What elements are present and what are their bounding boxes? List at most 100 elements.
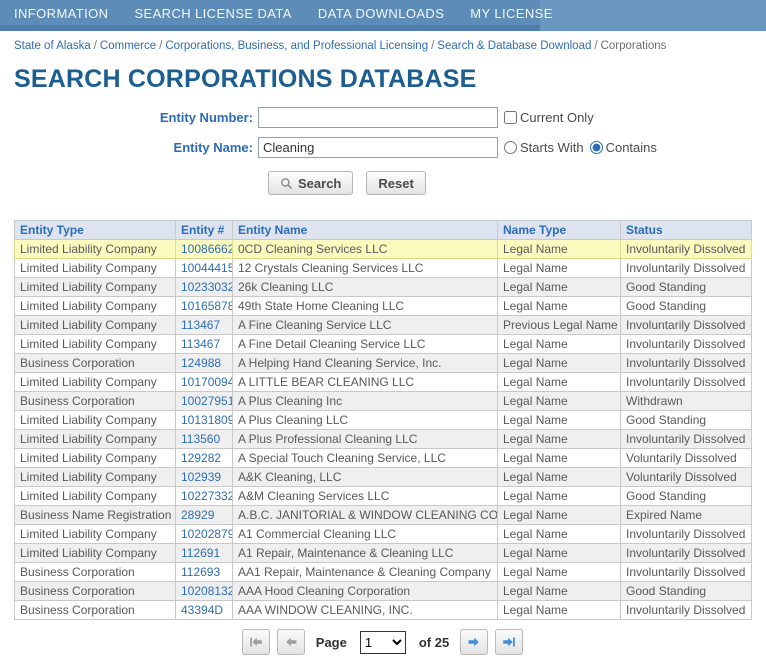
- entity-number-link[interactable]: 10208132: [181, 584, 233, 598]
- cell-entity-number: 10086662: [176, 240, 233, 259]
- table-row[interactable]: Business Corporation112693AA1 Repair, Ma…: [15, 563, 752, 582]
- table-row[interactable]: Limited Liability Company113467A Fine Cl…: [15, 316, 752, 335]
- cell-entity-number: 112693: [176, 563, 233, 582]
- table-row[interactable]: Limited Liability Company10202879A1 Comm…: [15, 525, 752, 544]
- cell-status: Involuntarily Dissolved: [621, 430, 752, 449]
- cell-entity-type: Limited Liability Company: [15, 544, 176, 563]
- entity-number-input[interactable]: [258, 107, 498, 128]
- table-row[interactable]: Limited Liability Company100866620CD Cle…: [15, 240, 752, 259]
- cell-name-type: Legal Name: [498, 563, 621, 582]
- table-row[interactable]: Business Name Registration28929A.B.C. JA…: [15, 506, 752, 525]
- header-status[interactable]: Status: [621, 221, 752, 240]
- table-row[interactable]: Business Corporation10208132AAA Hood Cle…: [15, 582, 752, 601]
- cell-name-type: Legal Name: [498, 278, 621, 297]
- reset-button[interactable]: Reset: [366, 171, 425, 195]
- breadcrumb-link-search-database-download[interactable]: Search & Database Download: [437, 40, 591, 52]
- header-entity-number[interactable]: Entity #: [176, 221, 233, 240]
- cell-name-type: Legal Name: [498, 468, 621, 487]
- last-page-icon: [502, 635, 516, 649]
- entity-number-link[interactable]: 10027951: [181, 394, 233, 408]
- cell-entity-name: A1 Repair, Maintenance & Cleaning LLC: [233, 544, 498, 563]
- breadcrumb-link-state-of-alaska[interactable]: State of Alaska: [14, 40, 91, 52]
- entity-number-link[interactable]: 10044415: [181, 261, 233, 275]
- table-row[interactable]: Business Corporation124988A Helping Hand…: [15, 354, 752, 373]
- cell-name-type: Legal Name: [498, 430, 621, 449]
- entity-number-link[interactable]: 113467: [181, 337, 220, 351]
- page-select[interactable]: 1: [360, 631, 406, 654]
- contains-radio[interactable]: [590, 141, 603, 154]
- cell-entity-number: 112691: [176, 544, 233, 563]
- search-form: Entity Number: Current Only Entity Name:…: [0, 107, 766, 195]
- nav-item-data-downloads[interactable]: DATA DOWNLOADS: [318, 6, 444, 21]
- cell-status: Involuntarily Dissolved: [621, 601, 752, 620]
- cell-entity-number: 10044415: [176, 259, 233, 278]
- cell-name-type: Legal Name: [498, 297, 621, 316]
- table-row[interactable]: Limited Liability Company129282A Special…: [15, 449, 752, 468]
- previous-page-button[interactable]: [277, 629, 305, 655]
- current-only-checkbox[interactable]: [504, 111, 517, 124]
- table-row[interactable]: Limited Liability Company10227332A&M Cle…: [15, 487, 752, 506]
- form-buttons-row: Search Reset: [268, 171, 766, 195]
- cell-entity-name: A&K Cleaning, LLC: [233, 468, 498, 487]
- breadcrumb-link-commerce[interactable]: Commerce: [100, 40, 156, 52]
- starts-with-radio[interactable]: [504, 141, 517, 154]
- entity-number-link[interactable]: 124988: [181, 356, 221, 370]
- entity-number-link[interactable]: 112693: [181, 565, 220, 579]
- entity-number-link[interactable]: 10086662: [181, 242, 233, 256]
- table-row[interactable]: Limited Liability Company 102939 A&K Clean…: [15, 468, 752, 487]
- cell-entity-type: Business Corporation: [15, 563, 176, 582]
- results-table: Entity Type Entity # Entity Name Name Ty…: [14, 220, 752, 620]
- nav-item-my-license[interactable]: MY LICENSE: [470, 6, 553, 21]
- entity-number-link[interactable]: 28929: [181, 508, 214, 522]
- cell-status: Good Standing: [621, 411, 752, 430]
- cell-entity-type: Limited Liability Company: [15, 525, 176, 544]
- first-page-icon: [249, 635, 263, 649]
- nav-item-search-license-data[interactable]: SEARCH LICENSE DATA: [134, 6, 291, 21]
- cell-entity-name: 26k Cleaning LLC: [233, 278, 498, 297]
- search-button[interactable]: Search: [268, 171, 353, 195]
- cell-status: Voluntarily Dissolved: [621, 468, 752, 487]
- breadcrumb-link-licensing[interactable]: Corporations, Business, and Professional…: [165, 40, 428, 52]
- first-page-button[interactable]: [242, 629, 270, 655]
- entity-number-link[interactable]: 43394D: [181, 603, 223, 617]
- cell-entity-name: 12 Crystals Cleaning Services LLC: [233, 259, 498, 278]
- entity-number-link[interactable]: 113467: [181, 318, 220, 332]
- breadcrumb-separator: /: [431, 40, 434, 52]
- header-name-type[interactable]: Name Type: [498, 221, 621, 240]
- table-row[interactable]: Business Corporation43394DAAA WINDOW CLE…: [15, 601, 752, 620]
- table-row[interactable]: Limited Liability Company113560A Plus Pr…: [15, 430, 752, 449]
- entity-name-input[interactable]: [258, 137, 498, 158]
- pagination: Page 1 of 25: [14, 629, 751, 655]
- cell-entity-type: Limited Liability Company: [15, 468, 176, 487]
- entity-number-link[interactable]: 10227332: [181, 489, 233, 503]
- entity-number-link[interactable]: 112691: [181, 546, 220, 560]
- next-page-button[interactable]: [460, 629, 488, 655]
- table-row[interactable]: Limited Liability Company10170094A LITTL…: [15, 373, 752, 392]
- last-page-button[interactable]: [495, 629, 523, 655]
- cell-entity-number: 124988: [176, 354, 233, 373]
- table-row[interactable]: Limited Liability Company1016587849th St…: [15, 297, 752, 316]
- cell-status: Involuntarily Dissolved: [621, 259, 752, 278]
- entity-number-link[interactable]: 129282: [181, 451, 221, 465]
- table-row[interactable]: Limited Liability Company1023303226k Cle…: [15, 278, 752, 297]
- header-entity-name[interactable]: Entity Name: [233, 221, 498, 240]
- entity-number-link[interactable]: 113560: [181, 432, 220, 446]
- table-row[interactable]: Limited Liability Company1004441512 Crys…: [15, 259, 752, 278]
- entity-number-link[interactable]: 10233032: [181, 280, 233, 294]
- nav-item-information[interactable]: INFORMATION: [14, 6, 108, 21]
- cell-name-type: Legal Name: [498, 544, 621, 563]
- next-page-icon: [467, 635, 481, 649]
- entity-number-link[interactable]: 102939: [181, 470, 221, 484]
- entity-number-link[interactable]: 10170094: [181, 375, 233, 389]
- header-entity-type[interactable]: Entity Type: [15, 221, 176, 240]
- entity-number-link[interactable]: 10202879: [181, 527, 233, 541]
- entity-number-link[interactable]: 10165878: [181, 299, 233, 313]
- table-row[interactable]: Limited Liability Company 112691 A1 Repair…: [15, 544, 752, 563]
- table-row[interactable]: Business Corporation10027951A Plus Clean…: [15, 392, 752, 411]
- cell-entity-name: A Fine Detail Cleaning Service LLC: [233, 335, 498, 354]
- table-row[interactable]: Limited Liability Company113467A Fine De…: [15, 335, 752, 354]
- cell-entity-name: 49th State Home Cleaning LLC: [233, 297, 498, 316]
- table-row[interactable]: Limited Liability Company10131809A Plus …: [15, 411, 752, 430]
- page-title: SEARCH CORPORATIONS DATABASE: [14, 65, 752, 94]
- entity-number-link[interactable]: 10131809: [181, 413, 233, 427]
